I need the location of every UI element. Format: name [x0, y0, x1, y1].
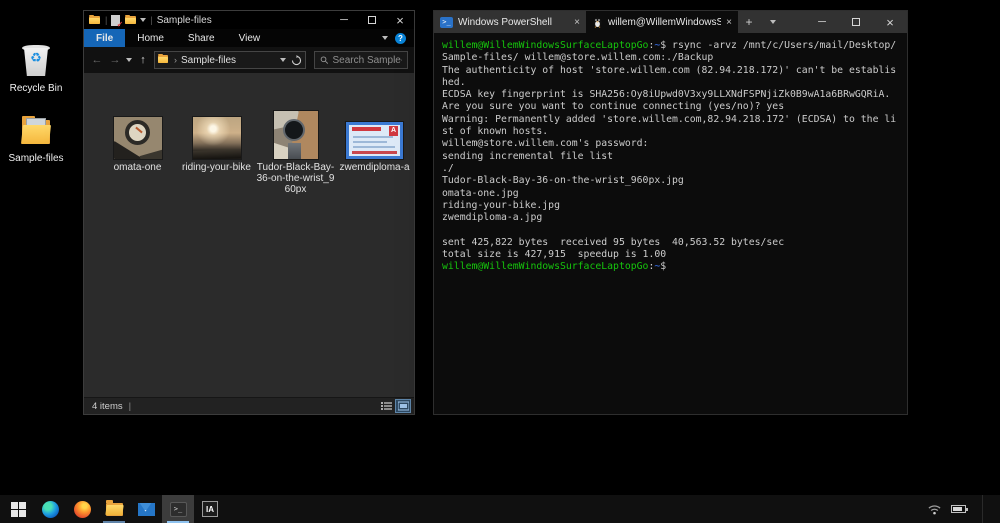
- breadcrumb[interactable]: Sample-files: [181, 55, 236, 66]
- tab-home[interactable]: Home: [125, 29, 176, 47]
- refresh-icon[interactable]: [291, 55, 302, 66]
- explorer-titlebar[interactable]: | | Sample-files ─ ×: [84, 11, 414, 29]
- search-input[interactable]: [332, 55, 402, 66]
- file-item-zwemdiploma[interactable]: A zwemdiploma-a: [335, 93, 414, 173]
- terminal-icon: >_: [170, 502, 187, 517]
- help-icon[interactable]: ?: [395, 33, 406, 44]
- explorer-status-bar: 4 items |: [84, 397, 414, 414]
- maximize-button[interactable]: [839, 11, 873, 33]
- close-button[interactable]: ×: [873, 11, 907, 33]
- file-thumbnail: [193, 117, 241, 159]
- maximize-button[interactable]: [358, 11, 386, 29]
- taskbar-mail-button[interactable]: [130, 495, 162, 523]
- new-tab-button[interactable]: +: [738, 11, 760, 33]
- recycle-bin-icon: ♻: [19, 42, 53, 80]
- desktop-icon-label: Sample-files: [4, 153, 68, 164]
- minimize-button[interactable]: ─: [805, 11, 839, 33]
- linux-tux-icon: [592, 16, 603, 28]
- forward-button[interactable]: →: [108, 54, 122, 66]
- file-item-riding-your-bike[interactable]: riding-your-bike: [177, 93, 256, 173]
- tab-view[interactable]: View: [227, 29, 273, 47]
- taskbar-terminal-button[interactable]: >_: [162, 495, 194, 523]
- file-explorer-window: | | Sample-files ─ × File Home Share Vie…: [83, 10, 415, 415]
- file-thumbnail: [274, 111, 318, 159]
- up-button[interactable]: ↑: [136, 54, 150, 66]
- windows-logo-icon: [11, 502, 26, 517]
- address-bar[interactable]: › Sample-files: [154, 51, 306, 69]
- tab-windows-powershell[interactable]: >_ Windows PowerShell ×: [434, 11, 586, 33]
- file-thumbnail: A: [346, 122, 403, 159]
- items-count: 4 items: [92, 401, 123, 412]
- file-list: omata-one riding-your-bike Tudor-Blac: [84, 73, 414, 397]
- tab-wsl-willem[interactable]: willem@WillemWindowsSurfac ×: [586, 11, 738, 33]
- firefox-icon: [74, 501, 91, 518]
- edge-icon: [42, 501, 59, 518]
- file-name: zwemdiploma-a: [339, 162, 409, 173]
- properties-icon[interactable]: [111, 15, 120, 26]
- taskbar-edge-button[interactable]: [34, 495, 66, 523]
- details-view-button[interactable]: [379, 400, 393, 412]
- breadcrumb-separator-icon: ›: [174, 55, 177, 65]
- battery-icon[interactable]: [951, 505, 966, 513]
- quick-access-toolbar-dropdown-icon[interactable]: [140, 18, 146, 22]
- address-dropdown-icon[interactable]: [280, 58, 286, 62]
- system-tray: [928, 495, 1000, 523]
- tab-file[interactable]: File: [84, 29, 125, 47]
- close-button[interactable]: ×: [386, 11, 414, 29]
- expand-ribbon-icon[interactable]: [382, 36, 388, 40]
- new-folder-icon[interactable]: [125, 15, 137, 25]
- terminal-titlebar[interactable]: >_ Windows PowerShell × willem@WillemWin…: [434, 11, 907, 33]
- close-tab-icon[interactable]: ×: [574, 17, 580, 28]
- minimize-button[interactable]: ─: [330, 11, 358, 29]
- file-explorer-icon: [106, 503, 123, 516]
- file-item-omata-one[interactable]: omata-one: [98, 93, 177, 173]
- taskbar-firefox-button[interactable]: [66, 495, 98, 523]
- desktop-icon-sample-files[interactable]: Sample-files: [4, 112, 68, 164]
- recent-locations-icon[interactable]: [126, 58, 132, 62]
- file-name: Tudor-Black-Bay-36-on-the-wrist_960px: [256, 162, 335, 195]
- windows-terminal-window: >_ Windows PowerShell × willem@WillemWin…: [433, 10, 908, 415]
- thumbnails-view-button[interactable]: [396, 400, 410, 412]
- folder-icon: [158, 55, 170, 65]
- start-button[interactable]: [2, 495, 34, 523]
- close-tab-icon[interactable]: ×: [726, 17, 732, 28]
- window-title: Sample-files: [157, 15, 212, 26]
- file-item-tudor-watch[interactable]: Tudor-Black-Bay-36-on-the-wrist_960px: [256, 93, 335, 195]
- file-thumbnail: [114, 117, 162, 159]
- taskbar: >_ IA: [0, 495, 1000, 523]
- image-app-icon: IA: [202, 501, 218, 517]
- back-button[interactable]: ←: [90, 54, 104, 66]
- ribbon-tab-bar: File Home Share View ?: [84, 29, 414, 47]
- taskbar-image-app-button[interactable]: IA: [194, 495, 226, 523]
- desktop: ♻ Recycle Bin Sample-files |: [0, 0, 1000, 523]
- folder-icon: [89, 15, 101, 25]
- tab-share[interactable]: Share: [176, 29, 227, 47]
- folder-icon: [19, 112, 53, 150]
- show-desktop-button[interactable]: [982, 495, 986, 523]
- desktop-icon-recycle-bin[interactable]: ♻ Recycle Bin: [4, 42, 68, 94]
- file-name: omata-one: [114, 162, 162, 173]
- desktop-icon-list: ♻ Recycle Bin Sample-files: [4, 42, 68, 182]
- file-name: riding-your-bike: [182, 162, 251, 173]
- explorer-navigation-bar: ← → ↑ › Sample-files: [84, 47, 414, 73]
- search-icon: [320, 55, 328, 65]
- search-box[interactable]: [314, 51, 408, 69]
- tab-dropdown-icon[interactable]: [760, 11, 782, 33]
- wifi-icon[interactable]: [928, 504, 941, 515]
- mail-icon: [138, 503, 155, 516]
- terminal-content[interactable]: willem@WillemWindowsSurfaceLaptopGo:~$ r…: [434, 33, 907, 414]
- taskbar-file-explorer-button[interactable]: [98, 495, 130, 523]
- powershell-icon: >_: [440, 17, 453, 28]
- desktop-icon-label: Recycle Bin: [4, 83, 68, 94]
